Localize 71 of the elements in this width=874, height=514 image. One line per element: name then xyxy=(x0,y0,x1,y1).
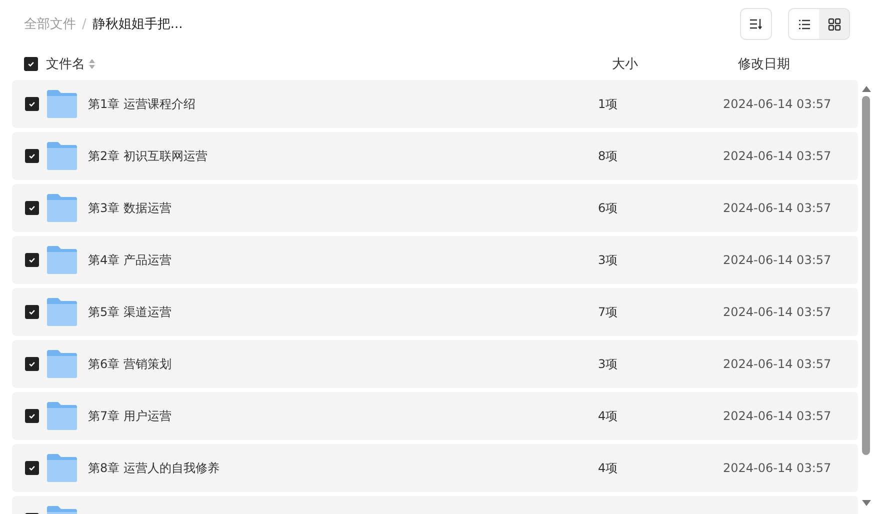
folder-row[interactable]: 第3章 数据运营 6项 2024-06-14 03:57 xyxy=(12,184,858,232)
column-header[interactable]: 修改日期 xyxy=(738,55,790,73)
folder-name: 第8章 运营人的自我修养 xyxy=(88,460,220,476)
sort-button[interactable] xyxy=(740,8,772,40)
folder-name: 第7章 用户运营 xyxy=(88,408,172,424)
checkbox[interactable] xyxy=(25,357,39,371)
checkbox[interactable] xyxy=(25,305,39,319)
check-icon xyxy=(27,60,35,68)
folder-icon xyxy=(47,194,77,222)
checkbox[interactable] xyxy=(25,409,39,423)
folder-icon xyxy=(47,350,77,378)
breadcrumb-item: 静秋姐姐手把... xyxy=(92,16,183,33)
breadcrumb-separator: / xyxy=(82,16,86,32)
modified-date: 2024-06-14 03:57 xyxy=(723,201,832,215)
modified-date: 2024-06-14 03:57 xyxy=(723,357,832,371)
item-count: 7项 xyxy=(598,304,619,320)
folder-row[interactable]: 第7章 用户运营 4项 2024-06-14 03:57 xyxy=(12,392,858,440)
modified-date: 2024-06-14 03:57 xyxy=(723,461,832,475)
folder-row[interactable]: 第8章 运营人的自我修养 4项 2024-06-14 03:57 xyxy=(12,444,858,492)
checkbox[interactable] xyxy=(25,149,39,163)
check-icon xyxy=(28,100,36,108)
folder-icon xyxy=(47,90,77,118)
modified-date: 2024-06-14 03:57 xyxy=(723,305,832,319)
column-header[interactable]: 文件名 xyxy=(46,55,85,73)
item-count: 3项 xyxy=(598,356,619,372)
folder-icon xyxy=(47,402,77,430)
item-count: 3项 xyxy=(598,252,619,268)
scroll-down-icon[interactable] xyxy=(862,500,870,506)
modified-date: 2024-06-14 03:57 xyxy=(723,253,832,267)
check-icon xyxy=(28,308,36,316)
checkbox[interactable] xyxy=(24,57,38,71)
folder-icon xyxy=(47,246,77,274)
folder-row[interactable]: 第4章 产品运营 3项 2024-06-14 03:57 xyxy=(12,236,858,284)
checkbox[interactable] xyxy=(25,97,39,111)
check-icon xyxy=(28,360,36,368)
list-view-button[interactable] xyxy=(789,9,819,39)
check-icon xyxy=(28,152,36,160)
check-icon xyxy=(28,204,36,212)
folder-row[interactable]: 第2章 初识互联网运营 8项 2024-06-14 03:57 xyxy=(12,132,858,180)
item-count: 8项 xyxy=(598,148,619,164)
folder-row[interactable]: 第6章 营销策划 3项 2024-06-14 03:57 xyxy=(12,340,858,388)
list-icon xyxy=(798,18,810,30)
item-count: 4项 xyxy=(598,460,619,476)
checkbox[interactable] xyxy=(25,201,39,215)
modified-date: 2024-06-14 03:57 xyxy=(723,149,832,163)
folder-name: 第3章 数据运营 xyxy=(88,200,172,216)
folder-row[interactable]: 第1章 运营课程介绍 1项 2024-06-14 03:57 xyxy=(12,80,858,128)
folder-name: 第1章 运营课程介绍 xyxy=(88,96,196,112)
check-icon xyxy=(28,412,36,420)
folder-name: 第4章 产品运营 xyxy=(88,252,172,268)
modified-date: 2024-06-14 03:57 xyxy=(723,97,832,111)
scrollbar-thumb[interactable] xyxy=(862,96,870,455)
checkbox[interactable] xyxy=(25,461,39,475)
folder-name: 第2章 初识互联网运营 xyxy=(88,148,208,164)
grid-icon xyxy=(828,18,840,30)
modified-date: 2024-06-14 03:57 xyxy=(723,409,832,423)
checkbox[interactable] xyxy=(25,253,39,267)
item-count: 6项 xyxy=(598,200,619,216)
item-count: 1项 xyxy=(598,96,619,112)
item-count: 4项 xyxy=(598,408,619,424)
folder-name: 第6章 营销策划 xyxy=(88,356,172,372)
folder-icon xyxy=(47,142,77,170)
scroll-up-icon[interactable] xyxy=(862,86,870,92)
column-header[interactable]: 大小 xyxy=(612,55,738,73)
sort-icon xyxy=(749,18,763,30)
check-icon xyxy=(28,256,36,264)
folder-name: 第5章 渠道运营 xyxy=(88,304,172,320)
folder-icon xyxy=(47,454,77,482)
folder-row[interactable]: 第5章 渠道运营 7项 2024-06-14 03:57 xyxy=(12,288,858,336)
folder-icon xyxy=(47,298,77,326)
check-icon xyxy=(28,464,36,472)
